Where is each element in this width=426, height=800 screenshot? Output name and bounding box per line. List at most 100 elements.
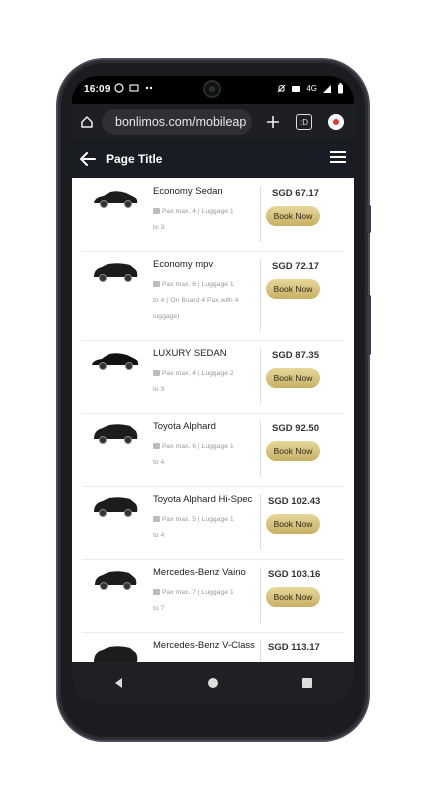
url-text: bonlimos.com/mobileap: [115, 115, 247, 129]
home-button[interactable]: [72, 115, 102, 129]
passenger-icon: [153, 443, 160, 450]
hamburger-icon: [330, 151, 346, 163]
home-icon: [81, 116, 93, 128]
network-label: 4G: [306, 84, 317, 93]
tab-count: :D: [300, 117, 308, 127]
capacity-line: Pax max. 7 | Luggage 1: [162, 589, 234, 596]
car-image: [94, 646, 138, 662]
passenger-icon: [153, 370, 160, 377]
row-divider: [260, 421, 261, 477]
vehicle-capacity: Pax max. 6 | Luggage 1 to 4 ( On Board 4…: [153, 277, 253, 325]
nav-home-icon[interactable]: [207, 677, 219, 689]
system-icons: 4G: [277, 83, 344, 94]
volume-button: [367, 205, 371, 233]
row-divider: [260, 494, 261, 550]
phone-screen: 16:09 4G bonlimos.com/mobileap :D Page T…: [72, 76, 354, 704]
signal-icon: [323, 84, 331, 93]
car-image: [95, 571, 137, 590]
browser-actions: :D: [266, 114, 344, 130]
vehicle-price: SGD 87.35: [272, 350, 319, 361]
list-item: Economy Sedan Pax max. 4 | Luggage 1 to …: [82, 178, 344, 252]
row-divider: [260, 567, 261, 623]
book-now-button[interactable]: Book Now: [266, 279, 320, 299]
hamburger-menu-button[interactable]: [330, 150, 346, 169]
passenger-icon: [153, 589, 160, 596]
vehicle-capacity: Pax max. 4 | Luggage 2 to 3: [153, 366, 253, 398]
capacity-line: Pax max. 4 | Luggage 1: [162, 208, 234, 215]
vehicle-price: SGD 113.17: [268, 642, 320, 653]
nav-back-icon[interactable]: [113, 677, 125, 689]
front-camera: [203, 80, 221, 98]
list-item: Toyota Alphard Pax max. 6 | Luggage 1 to…: [82, 413, 344, 487]
book-now-button[interactable]: Book Now: [266, 587, 320, 607]
capacity-line-3: luggage): [153, 313, 180, 320]
list-item: Mercedes-Benz V-Class SGD 113.17: [82, 632, 344, 662]
passenger-icon: [153, 281, 160, 288]
app-header: Page Title: [72, 140, 354, 178]
vehicle-price: SGD 102.43: [268, 496, 321, 507]
capacity-line: Pax max. 6 | Luggage 1: [162, 281, 234, 288]
list-item: Toyota Alphard Hi-Spec Pax max. 5 | Lugg…: [82, 486, 344, 560]
update-badge-icon: [333, 119, 339, 125]
browser-menu-button[interactable]: [328, 114, 344, 130]
vehicle-name: Economy mpv: [153, 259, 214, 270]
vehicle-price: SGD 67.17: [272, 188, 319, 199]
car-image: [92, 353, 139, 370]
vehicle-price: SGD 72.17: [272, 261, 319, 272]
vehicle-price: SGD 92.50: [272, 423, 319, 434]
list-item: Mercedes-Benz Vaino Pax max. 7 | Luggage…: [82, 559, 344, 633]
back-arrow-icon: [80, 152, 96, 166]
book-now-button[interactable]: Book Now: [266, 206, 320, 226]
more-notifications-icon: [145, 86, 153, 90]
vehicle-name: LUXURY SEDAN: [153, 348, 227, 359]
capacity-line-2: to 4: [153, 532, 165, 539]
car-image: [94, 424, 138, 444]
status-time: 16:09: [84, 84, 111, 95]
row-divider: [260, 348, 261, 404]
car-image: [94, 191, 138, 208]
book-now-button[interactable]: Book Now: [266, 368, 320, 388]
row-divider: [260, 259, 261, 331]
browser-toolbar: bonlimos.com/mobileap :D: [72, 104, 354, 140]
capacity-line: Pax max. 5 | Luggage 1: [162, 516, 234, 523]
hotspot-icon: [292, 85, 301, 92]
capacity-line-2: to 3: [153, 224, 165, 231]
row-divider: [260, 186, 261, 242]
nav-recents-icon[interactable]: [301, 677, 313, 689]
vehicle-capacity: Pax max. 6 | Luggage 1 to 4: [153, 439, 253, 471]
status-bar: 16:09 4G: [72, 76, 354, 104]
capacity-line-2: to 4: [153, 459, 165, 466]
vehicle-capacity: Pax max. 5 | Luggage 1 to 4: [153, 512, 253, 544]
back-button[interactable]: [72, 152, 104, 166]
whatsapp-icon: [114, 83, 124, 93]
battery-icon: [338, 83, 343, 94]
tab-switcher-button[interactable]: :D: [296, 114, 312, 130]
capacity-line-2: to 7: [153, 605, 165, 612]
car-image: [94, 497, 138, 517]
passenger-icon: [153, 516, 160, 523]
message-icon: [129, 84, 139, 92]
power-button: [367, 295, 371, 355]
vehicle-capacity: Pax max. 4 | Luggage 1 to 3: [153, 204, 253, 236]
vehicle-name: Mercedes-Benz V-Class: [153, 640, 255, 651]
address-bar[interactable]: bonlimos.com/mobileap: [102, 109, 252, 135]
new-tab-icon[interactable]: [266, 115, 280, 129]
mute-icon: [277, 84, 286, 92]
vehicle-price: SGD 103.16: [268, 569, 321, 580]
vehicle-name: Toyota Alphard: [153, 421, 216, 432]
book-now-button[interactable]: Book Now: [266, 441, 320, 461]
list-item: LUXURY SEDAN Pax max. 4 | Luggage 2 to 3…: [82, 340, 344, 414]
vehicle-capacity: Pax max. 7 | Luggage 1 to 7: [153, 585, 253, 617]
vehicle-name: Economy Sedan: [153, 186, 223, 197]
page-title: Page Title: [106, 152, 163, 166]
row-divider: [260, 640, 261, 662]
vehicle-list: Economy Sedan Pax max. 4 | Luggage 1 to …: [72, 178, 354, 662]
list-item: Economy mpv Pax max. 6 | Luggage 1 to 4 …: [82, 251, 344, 341]
vehicle-name: Toyota Alphard Hi-Spec: [153, 494, 253, 505]
vehicle-name: Mercedes-Benz Vaino: [153, 567, 246, 578]
passenger-icon: [153, 208, 160, 215]
notification-icons: [114, 83, 154, 93]
capacity-line: Pax max. 4 | Luggage 2: [162, 370, 234, 377]
book-now-button[interactable]: Book Now: [266, 514, 320, 534]
android-nav-bar: [72, 662, 354, 704]
